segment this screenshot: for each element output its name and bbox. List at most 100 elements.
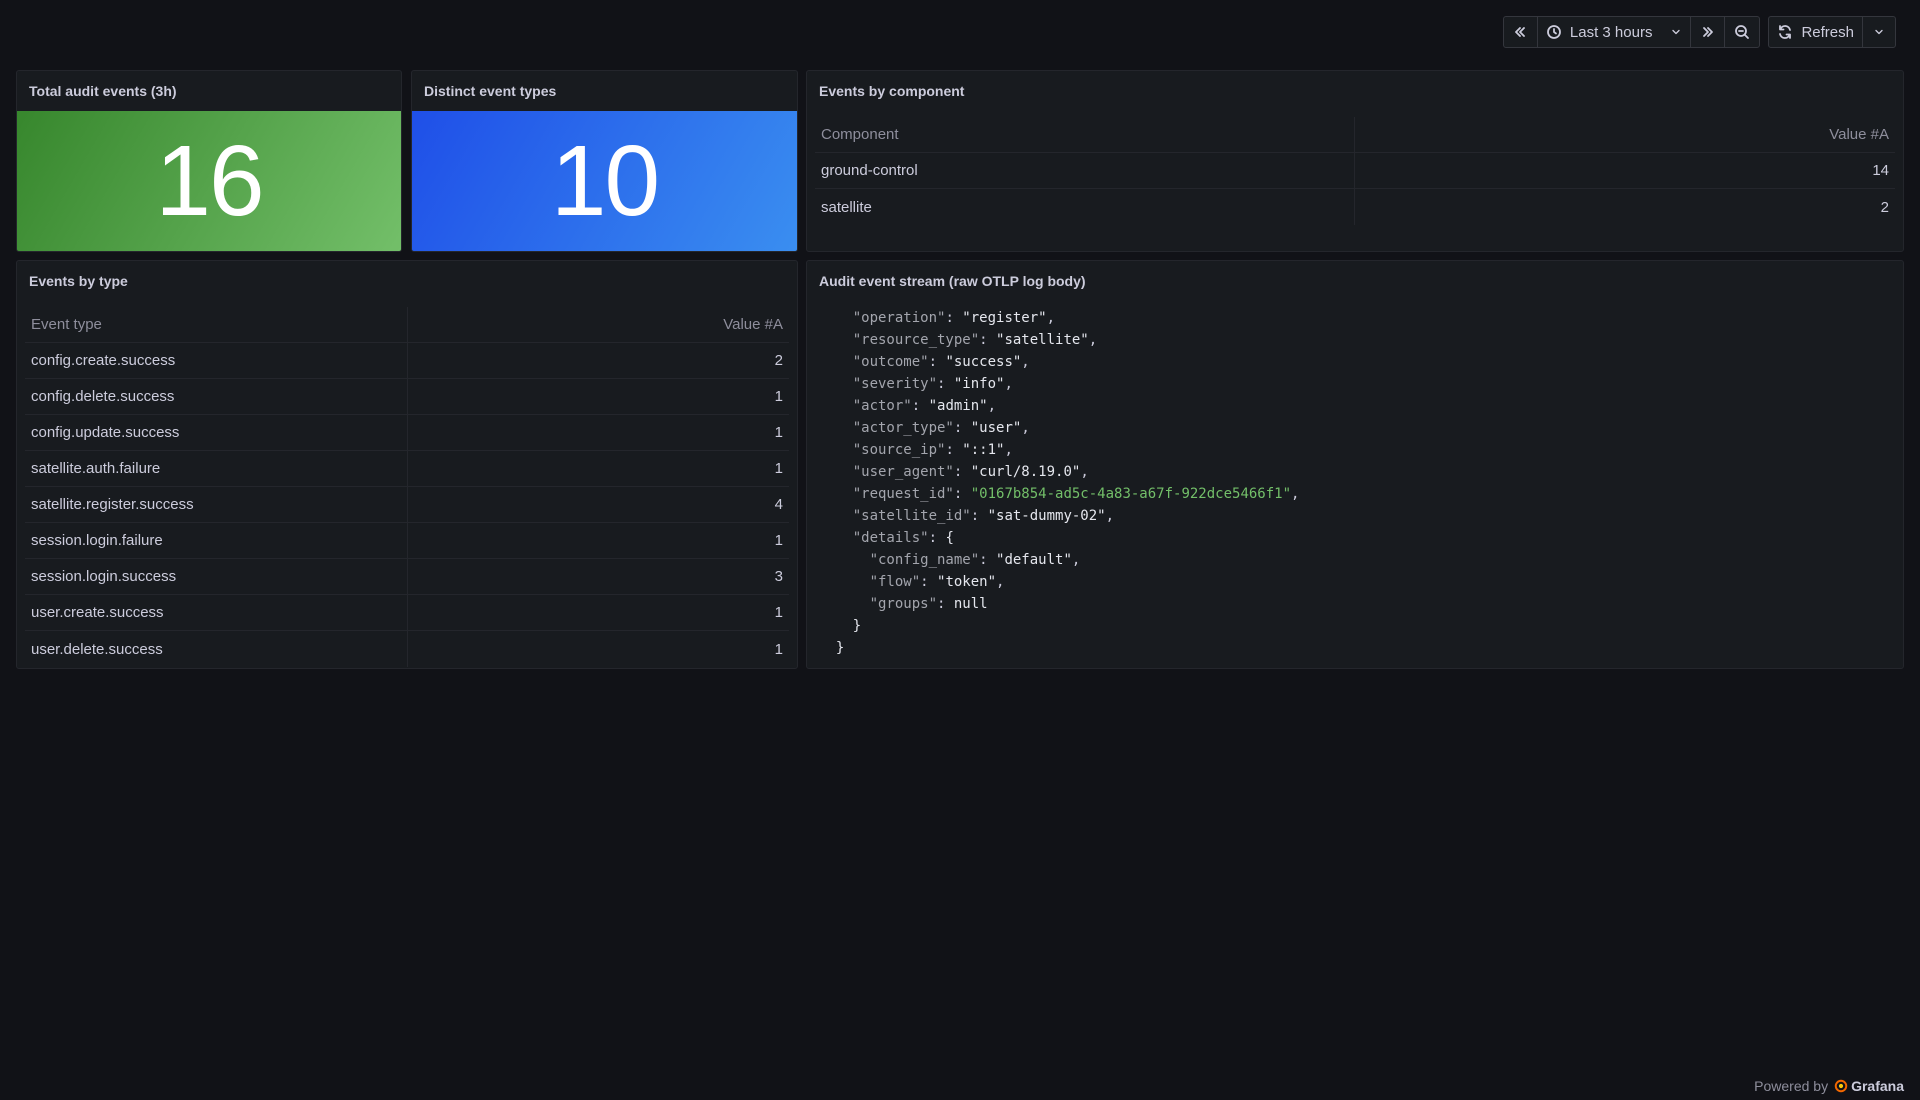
column-header-component[interactable]: Component: [815, 117, 1355, 152]
distinct-types-panel: Distinct event types 10: [411, 70, 798, 252]
json-value: null: [953, 596, 988, 612]
table-header-row: Event type Value #A: [25, 307, 789, 343]
stat-value: 16: [155, 124, 264, 237]
time-picker-group: Last 3 hours: [1502, 16, 1761, 48]
json-key: "details": [852, 530, 929, 546]
log-line: "resource_type": "satellite",: [819, 329, 1891, 351]
log-line: "flow": "token",: [819, 571, 1891, 593]
refresh-button[interactable]: Refresh: [1769, 17, 1863, 47]
table-row: session.login.success 3: [25, 559, 789, 595]
time-shift-forward-button[interactable]: [1691, 17, 1726, 47]
dashboard-toolbar: Last 3 hours Refresh: [1502, 16, 1896, 48]
table-header-row: Component Value #A: [815, 117, 1895, 153]
json-value: }: [852, 618, 862, 634]
event-type-cell: session.login.failure: [25, 523, 408, 558]
json-punctuation: ,: [996, 574, 1005, 590]
json-key: "actor_type": [852, 420, 954, 436]
grafana-logo-icon: [1834, 1079, 1848, 1093]
time-range-label: Last 3 hours: [1569, 23, 1653, 41]
total-events-panel: Total audit events (3h) 16: [16, 70, 402, 252]
table-row: satellite.register.success 4: [25, 487, 789, 523]
chevron-down-icon: [1672, 29, 1681, 35]
json-value: "::1": [962, 442, 1005, 458]
json-value: "satellite": [996, 332, 1089, 348]
json-key: "flow": [869, 574, 921, 590]
table-row: satellite.auth.failure 1: [25, 451, 789, 487]
table-row: config.create.success 2: [25, 343, 789, 379]
grafana-link[interactable]: Grafana: [1834, 1078, 1904, 1094]
log-line: "source_ip": "::1",: [819, 439, 1891, 461]
chevron-down-icon: [1875, 29, 1883, 35]
chevrons-left-icon: [1515, 27, 1526, 37]
log-line: "actor_type": "user",: [819, 417, 1891, 439]
log-line: "request_id": "0167b854-ad5c-4a83-a67f-9…: [819, 483, 1891, 505]
value-cell: 1: [774, 424, 783, 441]
panel-title: Audit event stream (raw OTLP log body): [819, 273, 1086, 289]
json-key: "user_agent": [852, 464, 954, 480]
table-row: satellite 2: [815, 189, 1895, 225]
log-line: "satellite_id": "sat-dummy-02",: [819, 505, 1891, 527]
value-cell: 1: [774, 640, 783, 658]
log-line: "details": {: [819, 527, 1891, 549]
panel-title: Total audit events (3h): [29, 83, 177, 99]
stat-background: 16: [17, 111, 401, 251]
table-row: user.create.success 1: [25, 595, 789, 631]
time-shift-back-button[interactable]: [1504, 17, 1538, 47]
refresh-label: Refresh: [1801, 23, 1854, 41]
powered-by-label: Powered by: [1754, 1078, 1829, 1094]
json-key: "operation": [852, 310, 946, 326]
json-key: "groups": [869, 596, 938, 612]
component-cell: satellite: [815, 189, 1355, 225]
column-header-value[interactable]: Value #A: [1355, 117, 1895, 152]
value-cell: 14: [1872, 162, 1889, 179]
log-line: }: [819, 637, 1891, 659]
stat-background: 10: [412, 111, 797, 251]
json-key: "source_ip": [852, 442, 946, 458]
json-key: "severity": [852, 376, 938, 392]
event-type-cell: session.login.success: [25, 559, 408, 594]
refresh-interval-dropdown[interactable]: [1863, 17, 1895, 47]
log-line: "config_name": "default",: [819, 549, 1891, 571]
stat-value: 10: [550, 124, 660, 237]
column-header-event-type[interactable]: Event type: [25, 307, 408, 342]
value-cell: 4: [774, 496, 783, 513]
json-key: "actor": [852, 398, 912, 414]
value-cell: 1: [774, 532, 783, 549]
json-punctuation: ,: [1004, 376, 1013, 392]
grafana-brand-label: Grafana: [1851, 1078, 1904, 1094]
footer: Powered by Grafana: [1754, 1078, 1904, 1094]
log-body[interactable]: "operation": "register", "resource_type"…: [819, 307, 1891, 659]
component-cell: ground-control: [815, 153, 1355, 188]
json-value: "register": [962, 310, 1047, 326]
json-key: "outcome": [852, 354, 929, 370]
column-header-value[interactable]: Value #A: [408, 307, 789, 342]
time-range-picker[interactable]: Last 3 hours: [1538, 17, 1692, 47]
value-cell: 2: [774, 352, 783, 369]
panel-title: Distinct event types: [424, 83, 557, 99]
json-punctuation: ,: [1021, 354, 1030, 370]
json-key: "resource_type": [852, 332, 980, 348]
json-key: "satellite_id": [852, 508, 971, 524]
refresh-group: Refresh: [1768, 16, 1896, 48]
table-row: session.login.failure 1: [25, 523, 789, 559]
json-value: "0167b854-ad5c-4a83-a67f-922dce5466f1": [970, 486, 1292, 502]
component-table: Component Value #A ground-control 14 sat…: [815, 117, 1895, 225]
json-punctuation: ,: [1088, 332, 1098, 348]
event-type-cell: user.delete.success: [25, 631, 408, 667]
value-cell: 2: [1880, 198, 1889, 216]
json-value: "curl/8.19.0": [970, 464, 1081, 480]
event-type-cell: satellite.register.success: [25, 487, 408, 522]
event-type-cell: user.create.success: [25, 595, 408, 630]
zoom-out-button[interactable]: [1725, 17, 1759, 47]
table-row: ground-control 14: [815, 153, 1895, 189]
value-cell: 1: [774, 604, 783, 621]
log-line: "groups": null: [819, 593, 1891, 615]
json-value: }: [835, 640, 845, 656]
